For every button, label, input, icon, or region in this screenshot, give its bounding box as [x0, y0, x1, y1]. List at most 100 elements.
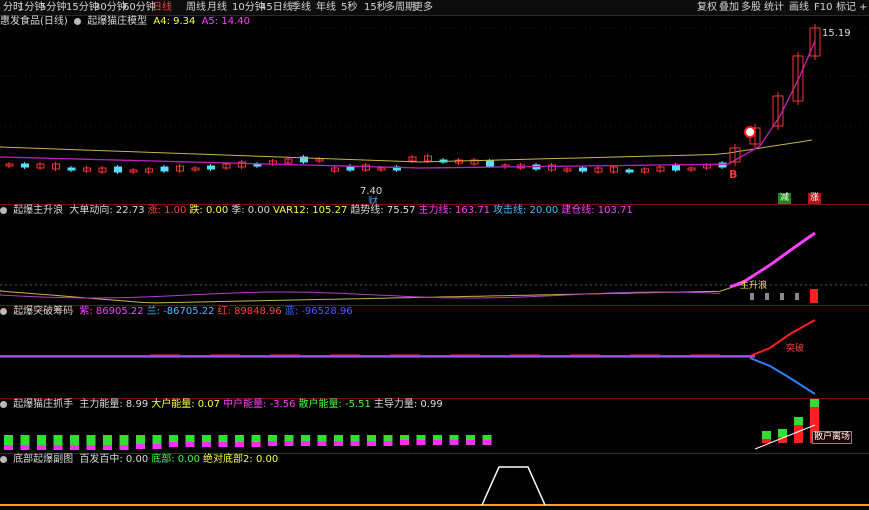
mid-energy-bar [400, 440, 409, 445]
candle [672, 164, 680, 171]
retail-energy-bar [762, 431, 771, 439]
dibu-qibao-chart[interactable] [0, 454, 869, 510]
breakout-red-line [749, 319, 816, 357]
signal-circle-icon [744, 126, 756, 138]
retail-energy-bar [433, 435, 442, 440]
dibu-qibao-panel[interactable]: 底部起爆副图 百发百中: 0.00 底部: 0.00 绝对底部2: 0.00 [0, 454, 869, 510]
period-tab-14[interactable]: 15秒 [364, 1, 387, 14]
retail-energy-bar [466, 435, 475, 440]
mid-energy-bar [86, 445, 96, 450]
period-tab-6[interactable]: 日线 [152, 1, 172, 14]
zhushenglang-flag: 主升浪 [740, 281, 768, 291]
retail-energy-bar [119, 435, 129, 445]
breakout-label: 突破 [786, 344, 805, 354]
mid-energy-bar [416, 440, 426, 445]
tupo-chouma-chart[interactable] [0, 306, 869, 398]
retail-energy-bar [383, 435, 393, 441]
zhushenglang-chart[interactable] [0, 205, 869, 305]
red-bar [810, 289, 818, 303]
ma-purple-line [0, 40, 816, 169]
period-toolbar: 分时 1分钟 5分钟 15分钟 30分钟 60分钟 日线 周线 月线 10分钟 45日线 季线 年线 5秒… [0, 0, 869, 16]
retail-energy-bar [136, 435, 145, 444]
retail-energy-bar [53, 435, 63, 445]
mid-energy-bar [251, 442, 261, 447]
period-tab-13[interactable]: 5秒 [341, 1, 357, 14]
period-tab-15[interactable]: 多周期 [385, 1, 415, 14]
grey-bar [765, 293, 769, 300]
retail-energy-bar [37, 435, 46, 445]
tool-button-7[interactable]: +自 [859, 1, 869, 14]
retail-energy-bar [4, 435, 13, 445]
mid-energy-bar [119, 445, 129, 450]
mid-energy-bar [20, 445, 30, 450]
retail-energy-bar [449, 435, 459, 440]
mid-energy-bar [185, 442, 195, 447]
mid-energy-bar [169, 442, 178, 447]
period-tab-7[interactable]: 周线 [186, 1, 206, 14]
retail-energy-bar [317, 435, 327, 441]
period-tab-10[interactable]: 45日线 [260, 1, 293, 14]
period-tab-12[interactable]: 年线 [316, 1, 336, 14]
retail-energy-bar [301, 435, 310, 441]
retail-energy-bar [268, 435, 277, 441]
main-force-line-purple [0, 291, 721, 299]
mid-energy-bar [482, 440, 492, 445]
tool-button-1[interactable]: 叠加 [719, 1, 739, 14]
retail-energy-bar [251, 435, 261, 442]
retail-energy-bar [778, 429, 787, 437]
tupo-chouma-panel[interactable]: 起爆突破筹码 紫: 86905.22 兰: -86705.22 红: 89848.9… [0, 306, 869, 398]
retail-energy-bar [235, 435, 244, 442]
retail-energy-bar [400, 435, 409, 440]
retail-energy-bar [284, 435, 294, 441]
candle [625, 169, 634, 173]
tool-button-0[interactable]: 复权 [697, 1, 717, 14]
candle [160, 166, 169, 172]
candle [486, 160, 494, 167]
mid-energy-bar [152, 444, 162, 449]
retail-energy-bar [794, 417, 803, 425]
retail-energy-bar [810, 399, 819, 407]
period-tab-4[interactable]: 30分钟 [94, 1, 127, 14]
tool-button-6[interactable]: 标记 [836, 1, 856, 14]
kline-chart[interactable] [0, 16, 869, 204]
retail-energy-bar [218, 435, 228, 442]
candle [114, 166, 122, 173]
candle [21, 163, 29, 168]
retail-energy-bar [416, 435, 426, 440]
mid-energy-bar [103, 445, 112, 450]
grey-bar [795, 293, 799, 300]
main-energy-bar [794, 425, 803, 443]
mid-energy-bar [268, 441, 277, 446]
breakout-blue-line [749, 357, 816, 395]
retail-exit-banner: 散户离场 [812, 431, 853, 444]
retail-energy-bar [70, 435, 79, 445]
retail-energy-bar [185, 435, 195, 442]
retail-energy-bar [86, 435, 96, 445]
retail-energy-bar [350, 435, 360, 441]
maozhuang-chart[interactable] [0, 399, 869, 453]
period-tab-8[interactable]: 月线 [207, 1, 227, 14]
period-tab-11[interactable]: 季线 [291, 1, 311, 14]
tool-button-3[interactable]: 统计 [764, 1, 784, 14]
retail-energy-bar [202, 435, 211, 442]
grey-bar [780, 293, 784, 300]
tool-button-4[interactable]: 画线 [789, 1, 809, 14]
retail-energy-bar [334, 435, 343, 441]
grey-bar [750, 293, 754, 300]
mid-energy-bar [53, 445, 63, 450]
tool-button-5[interactable]: F10 [814, 1, 832, 14]
maozhuang-panel[interactable]: 起爆猫庄抓手 主力能量: 8.99 大户能量: 0.07 中户能量: -3.56 散户… [0, 399, 869, 453]
mid-energy-bar [466, 440, 475, 445]
candle [579, 167, 587, 172]
period-tab-2[interactable]: 5分钟 [40, 1, 66, 14]
mid-energy-bar [70, 445, 79, 450]
main-kline-panel[interactable]: 惠发食品(日线) 起爆猫庄模型 A4: 9.34 A5: 14.40 15.19… [0, 16, 869, 208]
buy-marker-b: B [729, 168, 738, 181]
zhushenglang-panel[interactable]: 起爆主升浪 大单动向: 22.73 涨: 1.00 跌: 0.00 季: 0.00 VA… [0, 205, 869, 305]
period-tab-16[interactable]: 更多 [413, 1, 433, 14]
mid-energy-bar [218, 442, 228, 447]
mid-energy-bar [350, 441, 360, 446]
mid-energy-bar [317, 441, 327, 446]
tool-button-2[interactable]: 多股 [741, 1, 761, 14]
period-tab-5[interactable]: 60分钟 [123, 1, 156, 14]
